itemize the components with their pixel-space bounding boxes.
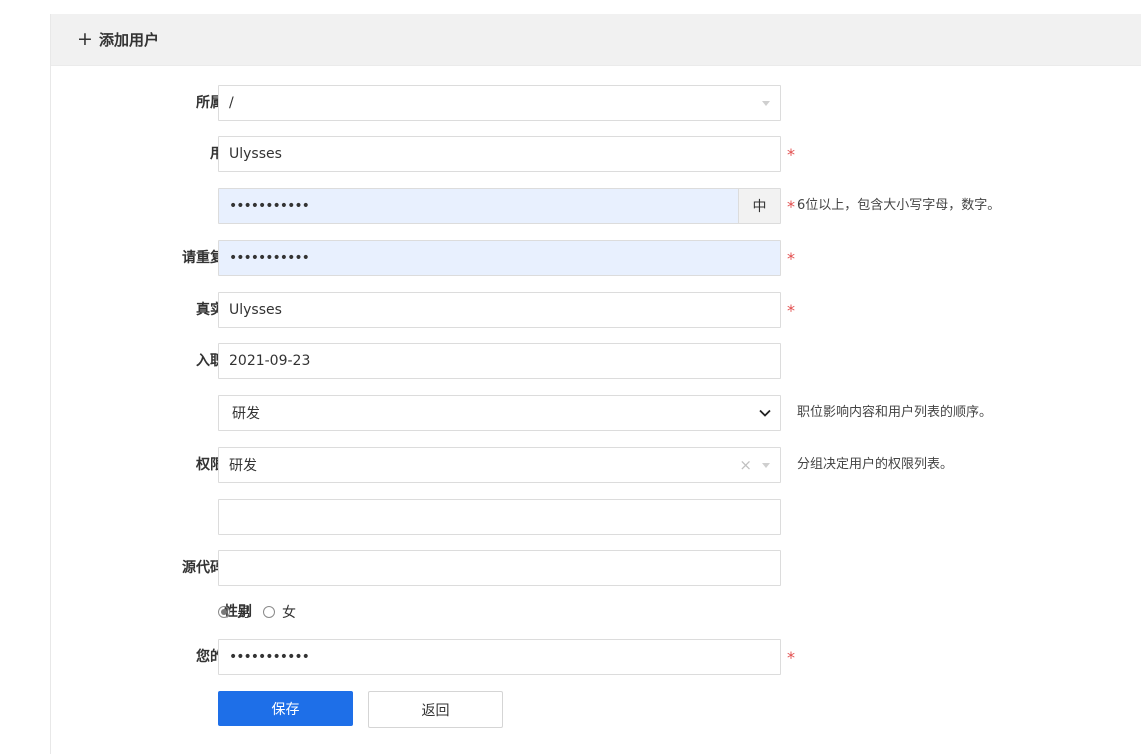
role-hint: 职位影响内容和用户列表的顺序。 — [797, 405, 993, 420]
caret-down-icon[interactable] — [762, 100, 770, 106]
role-select[interactable]: 研发 — [218, 395, 781, 431]
join-date-value: 2021-09-23 — [229, 353, 311, 369]
row-group: 权限分组 研发 × 分组决定用户的权限列表。 — [51, 447, 1141, 483]
required-asterisk: * — [787, 249, 795, 268]
row-join-date: 入职日期 2021-09-23 — [51, 343, 1141, 379]
chevron-down-icon[interactable] — [758, 406, 772, 420]
group-value: 研发 — [229, 458, 257, 474]
password-input[interactable]: ••••••••••• 中 — [218, 188, 781, 224]
row-department: 所属部门 / — [51, 85, 1141, 121]
row-verify-password: 您的密码 ••••••••••• * — [51, 639, 1141, 675]
username-input[interactable]: Ulysses — [218, 136, 781, 172]
realname-value: Ulysses — [229, 302, 282, 318]
page-title: 添加用户 — [99, 31, 160, 49]
row-email: 邮箱 — [51, 499, 1141, 535]
clear-icon[interactable]: × — [739, 456, 752, 474]
radio-male-label[interactable]: 男 — [237, 602, 251, 622]
verify-password-input[interactable]: ••••••••••• — [218, 639, 781, 675]
radio-male[interactable] — [218, 606, 230, 618]
gender-radio-group: 男 女 — [218, 594, 308, 630]
group-hint: 分组决定用户的权限列表。 — [797, 457, 954, 472]
row-password: 密码 ••••••••••• 中 * 6位以上，包含大小写字母，数字。 — [51, 188, 1141, 224]
required-asterisk: * — [787, 648, 795, 667]
row-username: 用户名 Ulysses * — [51, 136, 1141, 172]
required-asterisk: * — [787, 197, 795, 216]
panel-header: + 添加用户 — [51, 14, 1141, 66]
password-hint: 6位以上，包含大小写字母，数字。 — [797, 198, 1001, 213]
department-select[interactable]: / — [218, 85, 781, 121]
radio-female-label[interactable]: 女 — [282, 602, 296, 622]
username-value: Ulysses — [229, 146, 282, 162]
department-value: / — [229, 95, 234, 111]
radio-female[interactable] — [263, 606, 275, 618]
commiter-input[interactable] — [218, 550, 781, 586]
row-gender: 性别 男 女 — [51, 594, 1141, 630]
required-asterisk: * — [787, 301, 795, 320]
required-asterisk: * — [787, 145, 795, 164]
row-actions: 保存 返回 — [51, 691, 1141, 728]
verify-password-value: ••••••••••• — [229, 649, 310, 665]
plus-icon: + — [77, 28, 93, 50]
repeat-password-input[interactable]: ••••••••••• — [218, 240, 781, 276]
realname-input[interactable]: Ulysses — [218, 292, 781, 328]
role-value: 研发 — [232, 406, 260, 422]
row-realname: 真实姓名 Ulysses * — [51, 292, 1141, 328]
group-select[interactable]: 研发 × — [218, 447, 781, 483]
password-strength-badge: 中 — [738, 189, 780, 223]
email-input[interactable] — [218, 499, 781, 535]
join-date-input[interactable]: 2021-09-23 — [218, 343, 781, 379]
add-user-panel: + 添加用户 所属部门 / 用户名 Ulysses * 密码 •••••••••… — [50, 14, 1141, 754]
repeat-password-value: ••••••••••• — [229, 250, 310, 266]
row-role: 职位 研发 职位影响内容和用户列表的顺序。 — [51, 395, 1141, 431]
save-button[interactable]: 保存 — [218, 691, 353, 726]
back-button[interactable]: 返回 — [368, 691, 503, 728]
password-value: ••••••••••• — [229, 198, 310, 214]
row-repeat-password: 请重复密码 ••••••••••• * — [51, 240, 1141, 276]
caret-down-icon[interactable] — [762, 462, 770, 468]
row-commiter: 源代码帐号 — [51, 550, 1141, 586]
